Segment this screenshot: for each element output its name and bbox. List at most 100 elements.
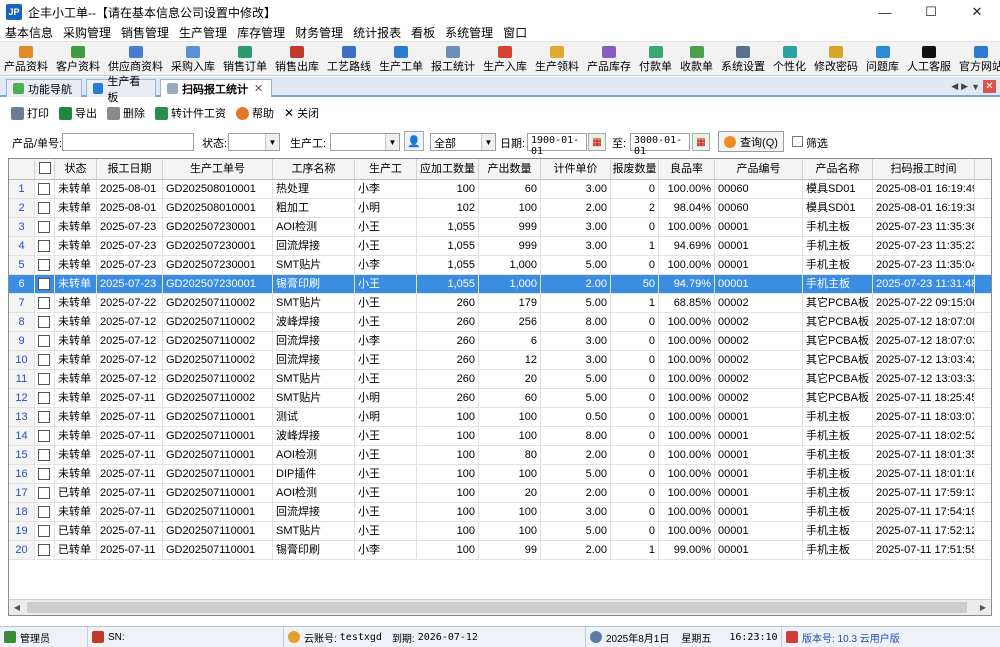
calendar-icon[interactable]: ▦ [588, 133, 606, 151]
scroll-thumb[interactable] [27, 602, 967, 613]
filter-checkbox[interactable] [792, 136, 803, 147]
table-row[interactable]: 3 未转单 2025-07-23 GD202507230001 AOI检测 小王 1,055… [9, 218, 991, 237]
print-button[interactable]: 打印 [8, 105, 52, 121]
calendar-icon[interactable]: ▦ [692, 133, 710, 151]
table-row[interactable]: 14 未转单 2025-07-11 GD202507110001 波峰焊接 小王 100 10… [9, 427, 991, 446]
row-checkbox[interactable] [38, 202, 50, 214]
menu-item[interactable]: 财务管理 [290, 24, 348, 42]
toolbar-button[interactable]: 工艺路线 [323, 42, 375, 75]
scroll-right-icon[interactable]: ▶ [975, 600, 991, 615]
toolbar-button[interactable]: 人工客服 [903, 42, 955, 75]
row-checkbox[interactable] [38, 392, 50, 404]
column-header[interactable]: 生产工单号 [163, 159, 273, 179]
delete-button[interactable]: 删除 [104, 105, 148, 121]
menu-item[interactable]: 采购管理 [58, 24, 116, 42]
column-header[interactable]: 计件单价 [541, 159, 611, 179]
row-checkbox[interactable] [38, 297, 50, 309]
table-row[interactable]: 15 未转单 2025-07-11 GD202507110001 AOI检测 小王 100 8… [9, 446, 991, 465]
row-checkbox[interactable] [38, 278, 50, 290]
column-header[interactable]: 报工日期 [97, 159, 163, 179]
menu-item[interactable]: 看板 [406, 24, 440, 42]
table-row[interactable]: 2 未转单 2025-08-01 GD202508010001 粗加工 小明 102 100 2… [9, 199, 991, 218]
row-checkbox[interactable] [38, 316, 50, 328]
table-row[interactable]: 4 未转单 2025-07-23 GD202507230001 回流焊接 小王 1,055 9… [9, 237, 991, 256]
menu-item[interactable]: 系统管理 [440, 24, 498, 42]
tab-next-icon[interactable]: ▶ [961, 81, 968, 92]
help-button[interactable]: 帮助 [233, 105, 277, 121]
row-checkbox[interactable] [38, 506, 50, 518]
row-checkbox[interactable] [38, 259, 50, 271]
toolbar-button[interactable]: 采购入库 [167, 42, 219, 75]
close-button[interactable]: ✕ 关闭 [281, 105, 322, 121]
select-all-checkbox[interactable] [39, 162, 51, 174]
table-row[interactable]: 5 未转单 2025-07-23 GD202507230001 SMT贴片 小李 1,055… [9, 256, 991, 275]
toolbar-button[interactable]: 生产工单 [375, 42, 427, 75]
date-to-input[interactable]: 3000-01-01 [630, 133, 690, 157]
toolbar-button[interactable]: 供应商资料 [104, 42, 167, 75]
column-header[interactable]: 状态 [55, 159, 97, 179]
menu-item[interactable]: 基本信息 [0, 24, 58, 42]
menu-item[interactable]: 统计报表 [348, 24, 406, 42]
tab-production-board[interactable]: 生产看板 [86, 76, 156, 104]
column-header[interactable]: 产出数量 [479, 159, 541, 179]
toolbar-button[interactable]: 销售订单 [219, 42, 271, 75]
table-row[interactable]: 6 未转单 2025-07-23 GD202507230001 锡膏印刷 小王 1,055 1… [9, 275, 991, 294]
column-header[interactable]: 产品名称 [803, 159, 873, 179]
table-row[interactable]: 17 已转单 2025-07-11 GD202507110001 AOI检测 小王 100 2… [9, 484, 991, 503]
close-window-button[interactable]: ✕ [954, 0, 1000, 24]
column-header[interactable]: 工序名称 [273, 159, 355, 179]
scope-select[interactable]: 全部 ▼ [430, 133, 496, 151]
row-checkbox[interactable] [38, 240, 50, 252]
status-select[interactable]: ▼ [228, 133, 280, 151]
toolbar-button[interactable]: 客户资料 [52, 42, 104, 75]
row-checkbox[interactable] [38, 373, 50, 385]
table-row[interactable]: 8 未转单 2025-07-12 GD202507110002 波峰焊接 小王 260 256… [9, 313, 991, 332]
menu-item[interactable]: 窗口 [498, 24, 532, 42]
table-row[interactable]: 10 未转单 2025-07-12 GD202507110002 回流焊接 小王 260 12… [9, 351, 991, 370]
tab-function-nav[interactable]: 功能导航 [6, 79, 82, 97]
table-row[interactable]: 18 未转单 2025-07-11 GD202507110001 回流焊接 小王 100 10… [9, 503, 991, 522]
toolbar-button[interactable]: 个性化 [769, 42, 810, 75]
toolbar-button[interactable]: 产品库存 [583, 42, 635, 75]
column-header[interactable]: 应加工数量 [417, 159, 479, 179]
column-header[interactable]: 生产工 [355, 159, 417, 179]
maximize-button[interactable]: ☐ [908, 0, 954, 24]
toolbar-button[interactable]: 付款单 [635, 42, 676, 75]
toolbar-button[interactable]: 报工统计 [427, 42, 479, 75]
table-row[interactable]: 1 未转单 2025-08-01 GD202508010001 热处理 小李 100 60 3.… [9, 180, 991, 199]
row-checkbox[interactable] [38, 335, 50, 347]
table-row[interactable]: 16 未转单 2025-07-11 GD202507110001 DIP插件 小王 100 1… [9, 465, 991, 484]
toolbar-button[interactable]: 修改密码 [810, 42, 862, 75]
menu-item[interactable]: 销售管理 [116, 24, 174, 42]
table-row[interactable]: 19 已转单 2025-07-11 GD202507110001 SMT贴片 小王 100 1… [9, 522, 991, 541]
toolbar-button[interactable]: 生产领料 [531, 42, 583, 75]
row-checkbox[interactable] [38, 449, 50, 461]
tab-menu-icon[interactable]: ▼ [971, 82, 980, 92]
toolbar-button[interactable]: 生产入库 [479, 42, 531, 75]
tab-scan-report-stats[interactable]: 扫码报工统计 ✕ [160, 79, 272, 97]
column-header[interactable]: 扫码报工时间 [873, 159, 975, 179]
export-button[interactable]: 导出 [56, 105, 100, 121]
table-row[interactable]: 20 已转单 2025-07-11 GD202507110001 锡膏印刷 小李 100 99… [9, 541, 991, 560]
toolbar-button[interactable]: 产品资料 [0, 42, 52, 75]
table-row[interactable]: 7 未转单 2025-07-22 GD202507110002 SMT贴片 小王 260 17… [9, 294, 991, 313]
column-header[interactable]: 良品率 [659, 159, 715, 179]
transfer-wage-button[interactable]: 转计件工资 [152, 105, 229, 121]
column-header[interactable]: 报废数量 [611, 159, 659, 179]
tab-close-icon[interactable]: ✕ [254, 82, 263, 95]
close-all-tabs-icon[interactable]: ✕ [983, 80, 996, 93]
menu-item[interactable]: 库存管理 [232, 24, 290, 42]
date-from-input[interactable]: 1900-01-01 [527, 133, 587, 157]
select-all-header[interactable] [35, 159, 55, 179]
scroll-left-icon[interactable]: ◀ [9, 600, 25, 615]
minimize-button[interactable]: — [862, 0, 908, 24]
row-checkbox[interactable] [38, 221, 50, 233]
row-checkbox[interactable] [38, 411, 50, 423]
worker-select[interactable]: ▼ [330, 133, 400, 151]
query-button[interactable]: 查询(Q) [718, 131, 784, 152]
row-checkbox[interactable] [38, 544, 50, 556]
toolbar-button[interactable]: 系统设置 [717, 42, 769, 75]
worker-picker-icon[interactable]: 👤 [404, 131, 424, 151]
product-order-input[interactable] [62, 133, 194, 151]
table-row[interactable]: 9 未转单 2025-07-12 GD202507110002 回流焊接 小李 260 6 3.… [9, 332, 991, 351]
